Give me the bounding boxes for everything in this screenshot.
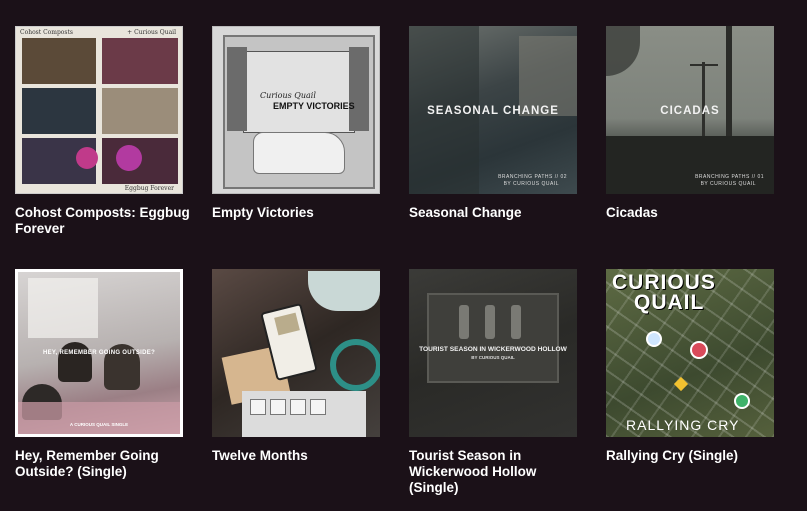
cover-subtext: BY CURIOUS QUAIL <box>700 181 756 187</box>
cover-text: SEASONAL CHANGE <box>427 105 559 117</box>
album-card-twelve-months[interactable]: Twelve Months <box>212 269 382 464</box>
cover-text: CICADAS <box>660 105 720 117</box>
album-title[interactable]: Twelve Months <box>212 448 387 464</box>
album-title[interactable]: Cohost Composts: Eggbug Forever <box>15 205 190 237</box>
album-title[interactable]: Tourist Season in Wickerwood Hollow (Sin… <box>409 448 584 496</box>
album-card-cicadas[interactable]: CICADAS BRANCHING PATHS // 01 BY CURIOUS… <box>606 26 776 221</box>
cover-subtext: BY CURIOUS QUAIL <box>503 181 559 187</box>
album-card-tourist-season[interactable]: TOURIST SEASON IN WICKERWOOD HOLLOW BY C… <box>409 269 579 496</box>
cover-text: QUAIL <box>634 291 705 314</box>
album-cover[interactable]: SEASONAL CHANGE BRANCHING PATHS // 02 BY… <box>409 26 577 194</box>
cover-text: Cohost Composts <box>20 29 73 36</box>
cover-text: + Curious Quail <box>127 29 176 36</box>
album-cover[interactable]: CICADAS BRANCHING PATHS // 01 BY CURIOUS… <box>606 26 774 194</box>
cover-subtext: BRANCHING PATHS // 01 <box>695 174 764 180</box>
album-title[interactable]: Hey, Remember Going Outside? (Single) <box>15 448 190 480</box>
cover-text: TOURIST SEASON IN WICKERWOOD HOLLOW <box>419 346 567 353</box>
album-cover[interactable]: TOURIST SEASON IN WICKERWOOD HOLLOW BY C… <box>409 269 577 437</box>
album-title[interactable]: Empty Victories <box>212 205 387 221</box>
cover-text: EMPTY VICTORIES <box>273 101 355 111</box>
cover-subtext: BY CURIOUS QUAIL <box>471 355 515 360</box>
album-cover[interactable]: Curious Quail EMPTY VICTORIES <box>212 26 380 194</box>
cover-subtext: A CURIOUS QUAIL SINGLE <box>69 422 129 427</box>
album-card-seasonal-change[interactable]: SEASONAL CHANGE BRANCHING PATHS // 02 BY… <box>409 26 579 221</box>
album-title[interactable]: Seasonal Change <box>409 205 584 221</box>
cover-subtext: BRANCHING PATHS // 02 <box>498 174 567 180</box>
album-title[interactable]: Rallying Cry (Single) <box>606 448 781 464</box>
album-cover[interactable]: Cohost Composts + Curious Quail Eggbug F… <box>15 26 183 194</box>
album-card-empty-victories[interactable]: Curious Quail EMPTY VICTORIES Empty Vict… <box>212 26 382 221</box>
album-cover[interactable]: CURIOUS QUAIL RALLYING CRY <box>606 269 774 437</box>
cover-text: RALLYING CRY <box>626 417 740 433</box>
album-grid: Cohost Composts + Curious Quail Eggbug F… <box>0 0 807 511</box>
album-card-hey-remember-going-outside[interactable]: HEY, REMEMBER GOING OUTSIDE? A CURIOUS Q… <box>15 269 185 480</box>
album-title[interactable]: Cicadas <box>606 205 781 221</box>
album-card-cohost-composts[interactable]: Cohost Composts + Curious Quail Eggbug F… <box>15 26 190 237</box>
album-cover[interactable]: HEY, REMEMBER GOING OUTSIDE? A CURIOUS Q… <box>15 269 183 437</box>
cover-text: HEY, REMEMBER GOING OUTSIDE? <box>42 350 156 356</box>
album-card-rallying-cry[interactable]: CURIOUS QUAIL RALLYING CRY Rallying Cry … <box>606 269 776 464</box>
cover-text: Eggbug Forever <box>124 185 174 192</box>
album-cover[interactable] <box>212 269 380 437</box>
cover-text: Curious Quail <box>260 91 316 100</box>
